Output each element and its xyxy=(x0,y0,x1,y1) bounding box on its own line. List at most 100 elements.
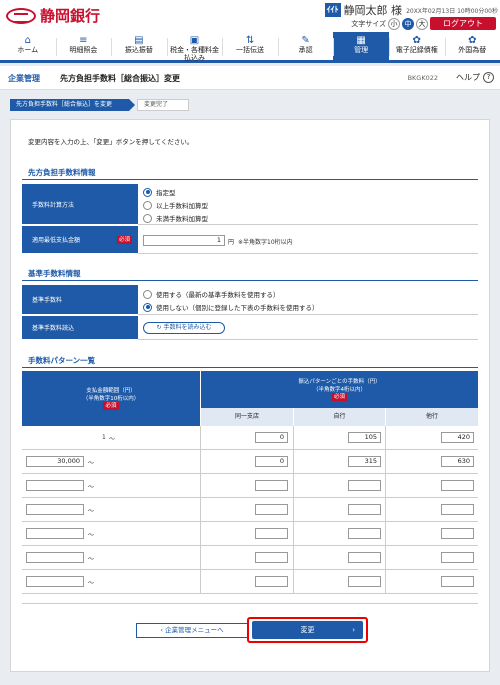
radio-indicator xyxy=(143,187,152,197)
progress-steps: 先方負担手数料［総合振込］を変更 変更完了 xyxy=(10,99,189,111)
help-link[interactable]: ヘルプ ? xyxy=(456,72,494,83)
instruction-text: 変更内容を入力の上、「変更」ボタンを押してください。 xyxy=(28,138,194,146)
radio-base-use[interactable]: 使用する（最新の基準手数料を使用する） xyxy=(143,289,280,299)
change-button[interactable]: 変更 › xyxy=(252,621,363,639)
fee-other-bank-input[interactable] xyxy=(441,480,474,491)
tax-icon: ▣ xyxy=(189,35,200,46)
radio-label: 使用する（最新の基準手数料を使用する） xyxy=(156,291,280,299)
fee-own-bank-input[interactable] xyxy=(348,480,381,491)
text-size-large-button[interactable]: 大 xyxy=(416,18,428,30)
nav-item-tax[interactable]: ▣ 税金・各種料金 払込み xyxy=(166,32,223,62)
required-badge: 必須 xyxy=(103,402,119,410)
amount-from-input[interactable] xyxy=(26,576,84,587)
admin-icon: ▦ xyxy=(356,35,366,46)
step-current: 先方負担手数料［総合振込］を変更 xyxy=(10,99,135,111)
nav-item-transfer[interactable]: ▤ 振込振替 xyxy=(111,32,167,60)
login-time: 20XX年02月13日 10時00分00秒 xyxy=(406,7,498,15)
fee-same-branch-input[interactable]: 0 xyxy=(255,432,288,443)
nav-item-label: 管理 xyxy=(354,46,369,54)
amount-from-input[interactable]: 30,000 xyxy=(26,456,84,467)
fee-same-branch-input[interactable] xyxy=(255,576,288,587)
user-icon: ｲｲﾄ xyxy=(324,3,341,17)
nav-item-label: 外国為替 xyxy=(458,46,487,54)
chevron-right-icon: › xyxy=(352,626,355,634)
radio-label: 指定型 xyxy=(156,189,176,197)
fee-other-bank-input[interactable] xyxy=(441,528,474,539)
amount-from-input[interactable] xyxy=(26,504,84,515)
fee-same-branch-input[interactable] xyxy=(255,528,288,539)
fee-other-bank-input[interactable] xyxy=(441,576,474,587)
radio-calc-below[interactable]: 未満手数料加算型 xyxy=(143,213,208,223)
nav-item-approve[interactable]: ✎ 承認 xyxy=(277,32,334,60)
amount-from-input[interactable] xyxy=(26,528,84,539)
radio-calc-above[interactable]: 以上手数料加算型 xyxy=(143,200,208,210)
nav-item-forex[interactable]: ✿ 外国為替 xyxy=(444,32,500,60)
fee-other-bank-input[interactable]: 630 xyxy=(441,456,474,467)
range-tilde: 〜 xyxy=(109,436,116,443)
amount-range-header-line1: 支払金額範囲（円） xyxy=(86,388,136,394)
forex-icon: ✿ xyxy=(468,35,477,46)
fee-own-bank-input[interactable] xyxy=(348,528,381,539)
nav-item-batch[interactable]: ⇅ 一括伝送 xyxy=(222,32,278,60)
bank-logo-mark xyxy=(6,7,36,24)
text-size-small-button[interactable]: 小 xyxy=(388,18,400,30)
column-divider xyxy=(200,426,201,594)
load-fee-button[interactable]: ↻ 手数料を読み込む xyxy=(143,322,225,334)
top-bar: 静岡銀行 ｲｲﾄ 静岡太郎 様 20XX年02月13日 10時00分00秒 文字… xyxy=(0,0,500,32)
nav-item-e-claim[interactable]: ✿ 電子記録債権 xyxy=(388,32,445,60)
range-tilde: 〜 xyxy=(88,580,95,587)
page-title: 先方負担手数料［総合振込］変更 xyxy=(60,74,180,83)
fee-same-branch-input[interactable]: 0 xyxy=(255,456,288,467)
radio-label: 未満手数料加算型 xyxy=(156,215,208,223)
load-fee-label: 基準手数料読込 xyxy=(22,316,138,340)
amount-range-header: 支払金額範囲（円） （半角数字10桁以内） 必須 xyxy=(22,371,200,426)
fee-pattern-header-line1: 振込パターンごとの手数料（円） xyxy=(298,379,381,385)
fee-own-bank-input[interactable] xyxy=(348,504,381,515)
min-amount-input[interactable]: 1 xyxy=(143,235,225,246)
fee-other-bank-input[interactable]: 420 xyxy=(441,432,474,443)
home-icon: ⌂ xyxy=(24,35,31,46)
amount-from-text: 1 xyxy=(102,434,106,441)
bottom-divider xyxy=(22,603,478,604)
fee-other-bank-input[interactable] xyxy=(441,552,474,563)
amount-from-input[interactable] xyxy=(26,480,84,491)
back-button-label: 企業管理メニューへ xyxy=(165,626,224,634)
amount-from-input[interactable] xyxy=(26,552,84,563)
radio-base-not-use[interactable]: 使用しない（個別に登録した下表の手数料を使用する） xyxy=(143,302,319,312)
fee-own-bank-input[interactable]: 315 xyxy=(348,456,381,467)
global-nav: ⌂ ホーム ≡ 明細照会 ▤ 振込振替 ▣ 税金・各種料金 払込み ⇅ 一括伝送 ✎ 承認 ▦ 管理 ✿ 電子記… xyxy=(0,32,500,63)
nav-item-home[interactable]: ⌂ ホーム xyxy=(0,32,56,60)
nav-item-label: 税金・各種料金 xyxy=(169,46,219,54)
fee-own-bank-input[interactable]: 105 xyxy=(348,432,381,443)
range-tilde: 〜 xyxy=(88,556,95,563)
radio-indicator xyxy=(143,200,152,210)
subheader-other-bank: 他行 xyxy=(385,408,478,426)
change-button-label: 変更 xyxy=(300,626,315,634)
fee-pattern-header-line2: （半角数字4桁以内） xyxy=(313,387,366,393)
calc-method-label: 手数料計算方法 xyxy=(22,184,138,225)
text-size-medium-button[interactable]: 中 xyxy=(402,18,414,30)
nav-item-admin[interactable]: ▦ 管理 xyxy=(333,32,389,60)
nav-item-list[interactable]: ≡ 明細照会 xyxy=(55,32,112,60)
fee-same-branch-input[interactable] xyxy=(255,552,288,563)
range-tilde: 〜 xyxy=(88,532,95,539)
title-bar: 企業管理 先方負担手数料［総合振込］変更 BKGK022 ヘルプ ? xyxy=(0,66,500,90)
help-icon: ? xyxy=(483,72,494,83)
fee-own-bank-input[interactable] xyxy=(348,576,381,587)
fee-other-bank-input[interactable] xyxy=(441,504,474,515)
text-size-label: 文字サイズ xyxy=(351,20,386,28)
fee-own-bank-input[interactable] xyxy=(348,552,381,563)
nav-item-label: 一括伝送 xyxy=(236,46,265,54)
back-to-menu-button[interactable]: ‹ 企業管理メニューへ xyxy=(136,623,248,638)
section-heading-base-fee: 基準手数料情報 xyxy=(28,269,81,278)
help-label: ヘルプ xyxy=(456,73,480,82)
bank-logo[interactable]: 静岡銀行 xyxy=(6,5,100,26)
list-icon: ≡ xyxy=(79,35,88,46)
radio-calc-specified[interactable]: 指定型 xyxy=(143,187,176,197)
fee-same-branch-input[interactable] xyxy=(255,504,288,515)
section-divider xyxy=(22,367,478,368)
radio-indicator xyxy=(143,302,152,312)
fee-same-branch-input[interactable] xyxy=(255,480,288,491)
section-heading-fee-info: 先方負担手数料情報 xyxy=(28,168,96,177)
logout-button[interactable]: ログアウト xyxy=(430,17,496,30)
